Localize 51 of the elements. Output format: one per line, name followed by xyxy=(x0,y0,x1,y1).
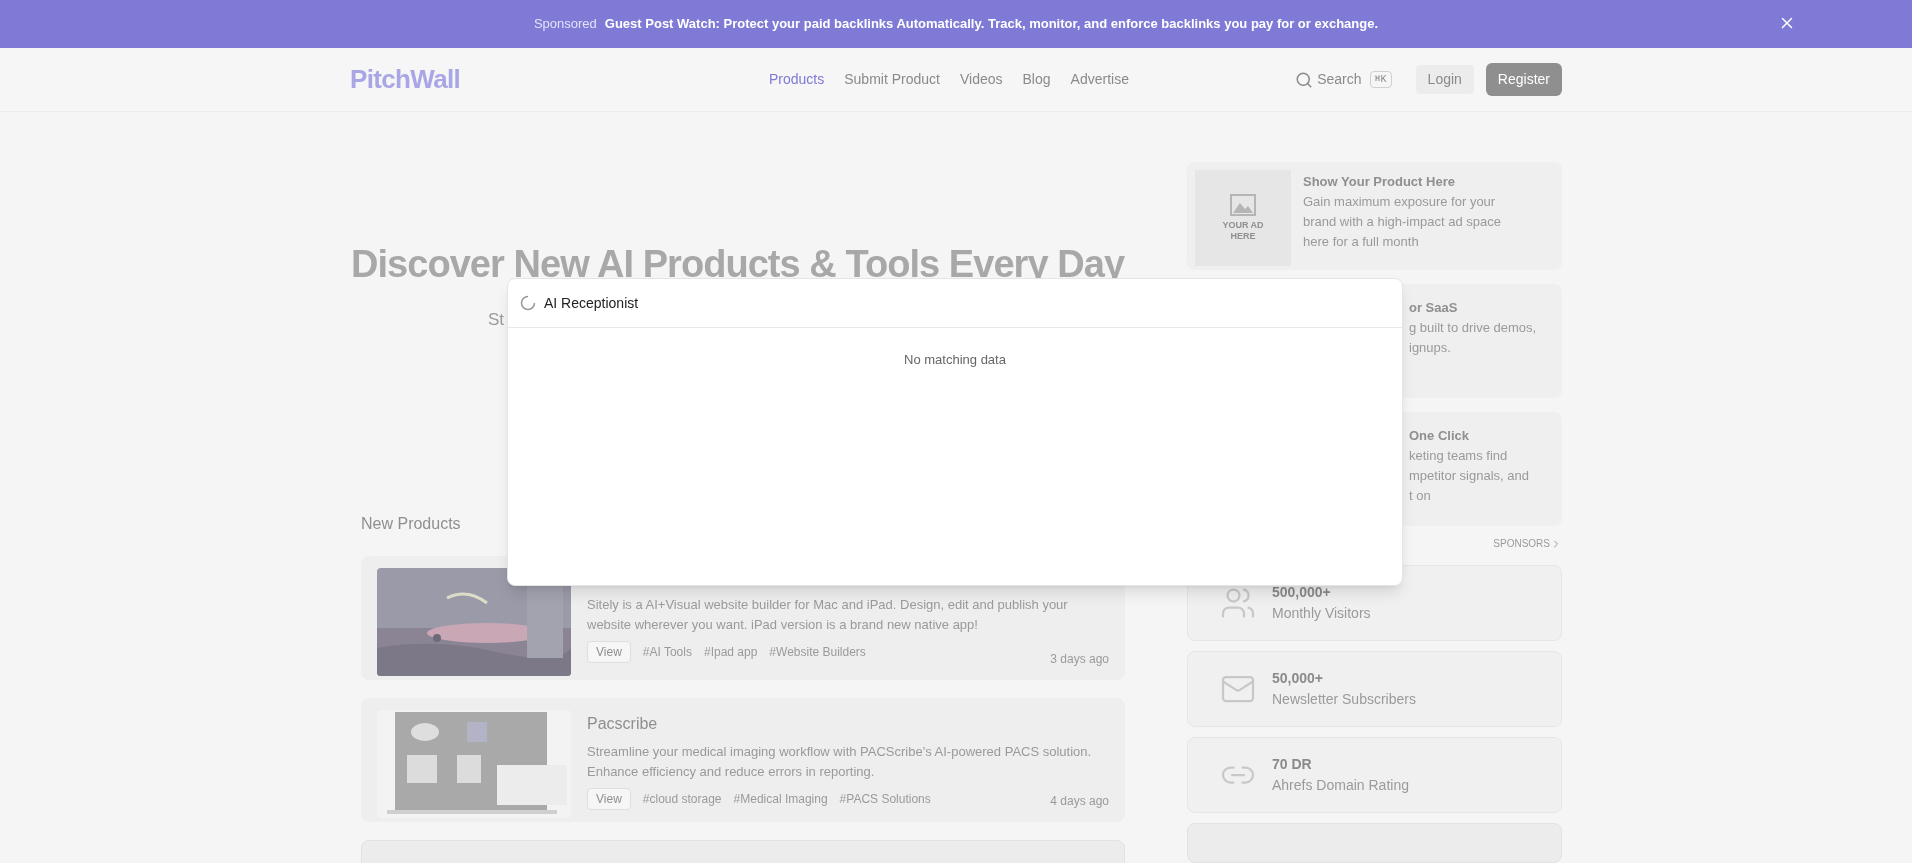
nav-link[interactable]: Advertise xyxy=(1070,69,1129,90)
time-ago: 4 days ago xyxy=(1050,793,1109,810)
product-title[interactable]: Pacscribe xyxy=(587,712,1109,736)
logo[interactable]: PitchWall xyxy=(350,60,770,99)
ad-description-line: here for a full month xyxy=(1303,232,1420,251)
search-icon xyxy=(1295,70,1314,89)
login-button[interactable]: Login xyxy=(1415,65,1474,94)
stat-label: Newsletter Subscribers xyxy=(1272,690,1416,709)
product-description: Sitely is a AI+Visual website builder for Mac and iPad. Design, edit and publish your website wherever you want. iPad version is a brand new native app! xyxy=(587,596,1069,634)
ad-title[interactable]: or SaaS xyxy=(1409,298,1562,318)
hero-subtitle: St xyxy=(488,309,505,331)
tag-link[interactable]: #PACS Solutions xyxy=(839,790,931,808)
product-card[interactable] xyxy=(361,698,1125,822)
ad-placeholder-text: YOUR AD HERE xyxy=(1221,220,1265,242)
ad-description-line: mpetitor signals, and xyxy=(1409,466,1530,485)
stat-value: 70 DR xyxy=(1272,755,1313,774)
ad-description-line: t on xyxy=(1409,486,1432,505)
stat-value: 50,000+ xyxy=(1272,669,1324,688)
ad-description-line: ignups. xyxy=(1409,338,1452,357)
register-button[interactable]: Register xyxy=(1485,63,1562,96)
view-button[interactable]: View xyxy=(587,788,631,810)
ad-description-line: g built to drive demos, xyxy=(1409,318,1538,337)
nav-link[interactable]: Submit Product xyxy=(844,69,940,90)
tag-link[interactable]: #AI Tools xyxy=(642,643,692,661)
nav-link[interactable]: Blog xyxy=(1022,69,1051,90)
ad-description-line: keting teams find xyxy=(1409,446,1509,465)
stat-value: 500,000+ xyxy=(1272,583,1332,602)
sponsored-label: Sponsored xyxy=(533,15,597,34)
tag-link[interactable]: #Website Builders xyxy=(769,643,866,661)
ad-title[interactable]: Show Your Product Here xyxy=(1303,172,1501,192)
product-description: Streamline your medical imaging workflow with PACScribe's AI-powered PACS solution. Enhance efficiency and reduce errors in reporting. xyxy=(587,743,1093,781)
ad-description-line: Gain maximum exposure for your xyxy=(1303,192,1497,211)
ad-card[interactable]: YOUR AD HERE Show Your Product Here Gain maximum exposure for your brand with a high-impact ad space here for a full month xyxy=(1187,162,1562,270)
banner-text: Guest Post Watch: Protect your paid backlinks Automatically. Track, monitor, and enforce backlinks you pay for or exchange. xyxy=(604,15,1379,34)
sponsors-link[interactable]: SPONSORS xyxy=(1493,536,1562,551)
section-heading: New Products xyxy=(361,514,462,534)
tag-link[interactable]: #Medical Imaging xyxy=(733,790,828,808)
nav-link[interactable]: Videos xyxy=(959,69,1003,90)
ad-description-line: brand with a high-impact ad space xyxy=(1303,212,1501,231)
tag-link[interactable]: #Ipad app xyxy=(703,643,758,661)
ad-title[interactable]: One Click xyxy=(1409,426,1562,446)
empty-message: No matching data xyxy=(904,351,1006,369)
tag-link[interactable]: #cloud storage xyxy=(642,790,722,808)
stat-label: Monthly Visitors xyxy=(1272,604,1371,623)
search-button[interactable]: Search ⌘K xyxy=(1295,69,1392,90)
nav-link[interactable]: Products xyxy=(769,69,825,90)
search-field[interactable]: AI Receptionist xyxy=(544,292,1390,314)
time-ago: 3 days ago xyxy=(1050,651,1109,668)
view-button[interactable]: View xyxy=(587,641,631,663)
stat-label: Ahrefs Domain Rating xyxy=(1272,776,1409,795)
image-icon xyxy=(1230,194,1256,216)
